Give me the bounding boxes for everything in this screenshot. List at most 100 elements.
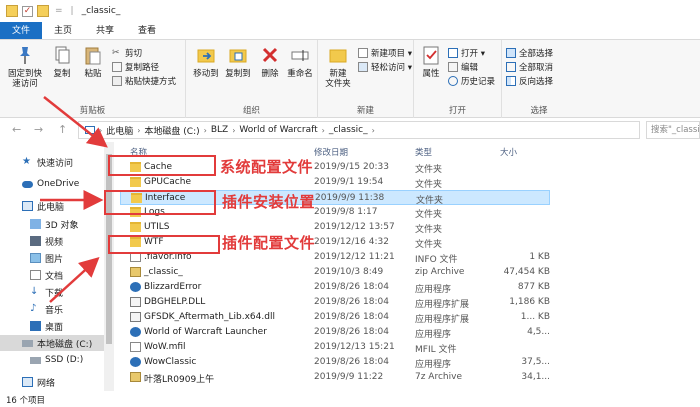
file-row[interactable]: UTILS 2019/12/12 13:57 文件夹: [120, 220, 550, 235]
file-row[interactable]: 叶落LR0909上午 2019/9/9 11:22 7z Archive 34,1..…: [120, 370, 550, 385]
file-name: _classic_: [144, 267, 183, 277]
file-row[interactable]: BlizzardError 2019/8/26 18:04 应用程序 877 KB: [120, 280, 550, 295]
history-label: 历史记录: [461, 77, 496, 87]
breadcrumb-local-disk[interactable]: 本地磁盘 (C:): [144, 124, 199, 137]
sidebar-item-downloads[interactable]: ↓ 下载: [30, 284, 63, 300]
sidebar-item-quick-access[interactable]: ★ 快速访问: [22, 154, 73, 170]
open-group: 属性 打开 ▾ 编辑 历史记录 打开: [414, 40, 502, 118]
sidebar-item-network[interactable]: 网络: [22, 374, 55, 390]
file-date: 2019/8/26 18:04: [314, 282, 389, 292]
column-type[interactable]: 类型: [415, 146, 432, 158]
breadcrumb-blz[interactable]: BLZ: [211, 125, 228, 135]
file-row[interactable]: World of Warcraft Launcher 2019/8/26 18:0…: [120, 325, 550, 340]
file-list: 名称 修改日期 类型 大小 Cache 2019/9/15 20:33 文件夹 GPU…: [114, 142, 700, 391]
star-icon: ★: [22, 156, 31, 167]
open-icon: [448, 48, 458, 58]
copy-path-button[interactable]: 复制路径: [112, 60, 159, 74]
forward-arrow-icon[interactable]: →: [34, 123, 43, 136]
sidebar-item-pictures[interactable]: 图片: [30, 250, 63, 266]
file-row[interactable]: _classic_ 2019/10/3 8:49 zip Archive 47,454…: [120, 265, 550, 280]
sidebar-item-label: OneDrive: [37, 179, 80, 189]
desktop-icon: [30, 321, 41, 331]
file-type: 文件夹: [415, 165, 443, 175]
sidebar-item-videos[interactable]: 视频: [30, 233, 63, 249]
breadcrumb-classic[interactable]: _classic_: [329, 125, 368, 135]
edit-icon: [448, 62, 458, 72]
file-date: 2019/12/16 4:32: [314, 237, 389, 247]
clipboard-group-label: 剪贴板: [79, 106, 106, 116]
sidebar-item-label: 桌面: [45, 322, 64, 333]
history-button[interactable]: 历史记录: [448, 74, 495, 88]
sidebar-item-label: 3D 对象: [45, 220, 79, 231]
new-folder-button[interactable]: 新建 文件夹: [320, 44, 356, 89]
move-to-button[interactable]: 移动到: [188, 44, 224, 79]
item-count: 16 个项目: [6, 396, 46, 406]
up-arrow-icon[interactable]: ↑: [58, 123, 67, 136]
file-type: 文件夹: [415, 210, 443, 220]
select-none-icon: [506, 62, 516, 72]
select-all-button[interactable]: 全部选择: [506, 46, 553, 60]
ribbon-tabs: 文件 主页 共享 查看: [0, 22, 700, 40]
sidebar-item-ssd[interactable]: SSD (D:): [30, 352, 83, 368]
copy-button[interactable]: 复制: [46, 44, 78, 79]
sidebar-item-onedrive[interactable]: OneDrive: [22, 176, 79, 192]
new-item-icon: [358, 48, 368, 58]
select-none-button[interactable]: 全部取消: [506, 60, 553, 74]
properties-button[interactable]: 属性: [416, 44, 446, 79]
move-to-label: 移动到: [193, 69, 219, 79]
sidebar-item-documents[interactable]: 文档: [30, 267, 63, 283]
file-type: 7z Archive: [415, 372, 462, 382]
cube-icon: [30, 219, 41, 229]
paste-shortcut-button[interactable]: 粘贴快捷方式: [112, 74, 176, 88]
file-row[interactable]: GPUCache 2019/9/1 19:54 文件夹: [120, 175, 550, 190]
tab-home[interactable]: 主页: [42, 22, 84, 39]
tab-share[interactable]: 共享: [84, 22, 126, 39]
pin-quick-access-button[interactable]: 固定到快 速访问: [4, 44, 46, 89]
file-size: 37,5...: [521, 357, 550, 367]
tab-file[interactable]: 文件: [0, 22, 43, 39]
tab-view[interactable]: 查看: [126, 22, 168, 39]
picture-icon: [30, 253, 41, 263]
paste-button[interactable]: 粘贴: [78, 44, 108, 79]
sidebar-item-desktop[interactable]: 桌面: [30, 318, 63, 334]
address-bar[interactable]: › 此电脑 › 本地磁盘 (C:) › BLZ › World of Warcr…: [78, 121, 640, 139]
invert-selection-label: 反向选择: [519, 77, 554, 87]
new-folder-icon[interactable]: [37, 5, 49, 17]
sidebar-item-local-disk[interactable]: 本地磁盘 (C:): [0, 335, 104, 351]
sidebar-item-this-pc[interactable]: 此电脑: [22, 198, 64, 214]
sidebar-item-3d-objects[interactable]: 3D 对象: [30, 216, 79, 232]
sidebar-item-label: 快速访问: [37, 158, 74, 169]
sidebar-scrollbar[interactable]: [104, 142, 114, 391]
file-row[interactable]: GFSDK_Aftermath_Lib.x64.dll 2019/8/26 18:…: [120, 310, 550, 325]
column-size[interactable]: 大小: [500, 146, 517, 158]
breadcrumb-this-pc[interactable]: 此电脑: [106, 124, 133, 137]
breadcrumb-separator: ›: [99, 125, 103, 135]
open-button[interactable]: 打开 ▾: [448, 46, 485, 60]
column-date[interactable]: 修改日期: [314, 146, 348, 158]
properties-check-icon[interactable]: ✓: [22, 5, 33, 17]
file-size: 1,186 KB: [509, 297, 550, 307]
history-icon: [448, 76, 458, 86]
cut-button[interactable]: ✂ 剪切: [112, 46, 142, 60]
edit-button[interactable]: 编辑: [448, 60, 478, 74]
zip-icon: [130, 372, 141, 382]
delete-label: 删除: [261, 69, 279, 79]
invert-selection-button[interactable]: 反向选择: [506, 74, 553, 88]
sidebar-item-label: 下载: [45, 288, 64, 299]
breadcrumb-separator: ›: [203, 125, 207, 135]
sidebar-item-music[interactable]: ♪ 音乐: [30, 301, 63, 317]
breadcrumb-wow[interactable]: World of Warcraft: [239, 125, 317, 135]
search-input[interactable]: 搜索"_classic_": [646, 121, 700, 139]
file-row[interactable]: WoW.mfil 2019/12/13 15:21 MFIL 文件: [120, 340, 550, 355]
file-row[interactable]: DBGHELP.DLL 2019/8/26 18:04 应用程序扩展 1,186 KB: [120, 295, 550, 310]
file-row[interactable]: WowClassic 2019/8/26 18:04 应用程序 37,5...: [120, 355, 550, 370]
file-name: GFSDK_Aftermath_Lib.x64.dll: [144, 312, 275, 322]
easy-access-button[interactable]: 轻松访问 ▾: [358, 60, 412, 74]
copy-icon: [55, 46, 70, 64]
exe-icon: [130, 282, 141, 292]
back-arrow-icon[interactable]: ←: [12, 123, 21, 136]
copy-to-button[interactable]: 复制到: [220, 44, 256, 79]
new-item-button[interactable]: 新建项目 ▾: [358, 46, 412, 60]
easy-access-label: 轻松访问 ▾: [371, 63, 412, 73]
rename-button[interactable]: 重命名: [282, 44, 318, 79]
